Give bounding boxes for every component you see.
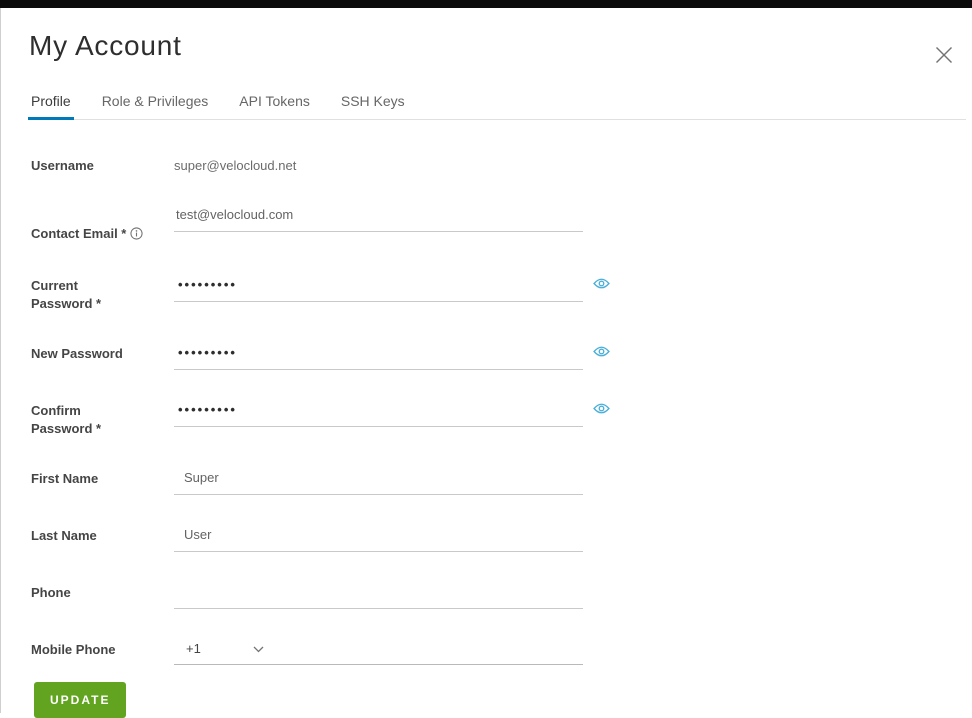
phone-label: Phone [31,585,71,600]
form-row-mobile-phone: Mobile Phone +1 [31,640,944,665]
form-row-phone: Phone [31,583,944,609]
form-row-username: Username super@velocloud.net [31,156,944,175]
username-label: Username [31,158,94,173]
tab-bar: Profile Role & Privileges API Tokens SSH… [28,93,966,120]
country-code-select[interactable]: +1 [174,640,264,658]
eye-icon[interactable] [593,277,610,290]
form-row-first-name: First Name [31,469,944,495]
phone-input[interactable] [174,583,583,609]
current-password-input[interactable] [174,276,583,302]
first-name-input[interactable] [174,469,583,495]
first-name-label: First Name [31,471,99,486]
my-account-modal: My Account Profile Role & Privileges API… [0,8,972,718]
new-password-input[interactable] [174,344,583,370]
tab-role-privileges[interactable]: Role & Privileges [99,93,212,119]
confirm-password-label: Confirm Password * [31,403,102,436]
form-row-contact-email: Contact Email * [31,206,944,245]
close-button[interactable] [931,42,957,68]
mobile-phone-input[interactable] [263,641,583,657]
mobile-phone-field: +1 [174,640,583,665]
mobile-phone-label: Mobile Phone [31,642,116,657]
close-icon [935,46,953,64]
form-row-confirm-password: Confirm Password * [31,401,944,438]
chevron-down-icon [253,646,264,652]
tab-api-tokens[interactable]: API Tokens [236,93,313,119]
page-title: My Account [29,30,182,61]
info-circle-icon[interactable] [130,227,143,245]
profile-form: Username super@velocloud.net Contact Ema… [1,120,972,665]
last-name-label: Last Name [31,528,97,543]
eye-icon[interactable] [593,345,610,358]
confirm-password-input[interactable] [174,401,583,427]
username-value: super@velocloud.net [174,158,297,173]
eye-icon[interactable] [593,402,610,415]
modal-header: My Account [1,8,972,63]
tab-profile[interactable]: Profile [28,93,74,120]
country-code-value: +1 [186,641,201,656]
new-password-label: New Password [31,346,123,361]
contact-email-input[interactable] [174,206,583,232]
form-row-last-name: Last Name [31,526,944,552]
tab-ssh-keys[interactable]: SSH Keys [338,93,408,119]
form-row-new-password: New Password [31,344,944,370]
current-password-label: Current Password * [31,278,102,311]
last-name-input[interactable] [174,526,583,552]
form-row-current-password: Current Password * [31,276,944,313]
top-edge-bar [0,0,972,8]
contact-email-label: Contact Email * [31,226,127,241]
